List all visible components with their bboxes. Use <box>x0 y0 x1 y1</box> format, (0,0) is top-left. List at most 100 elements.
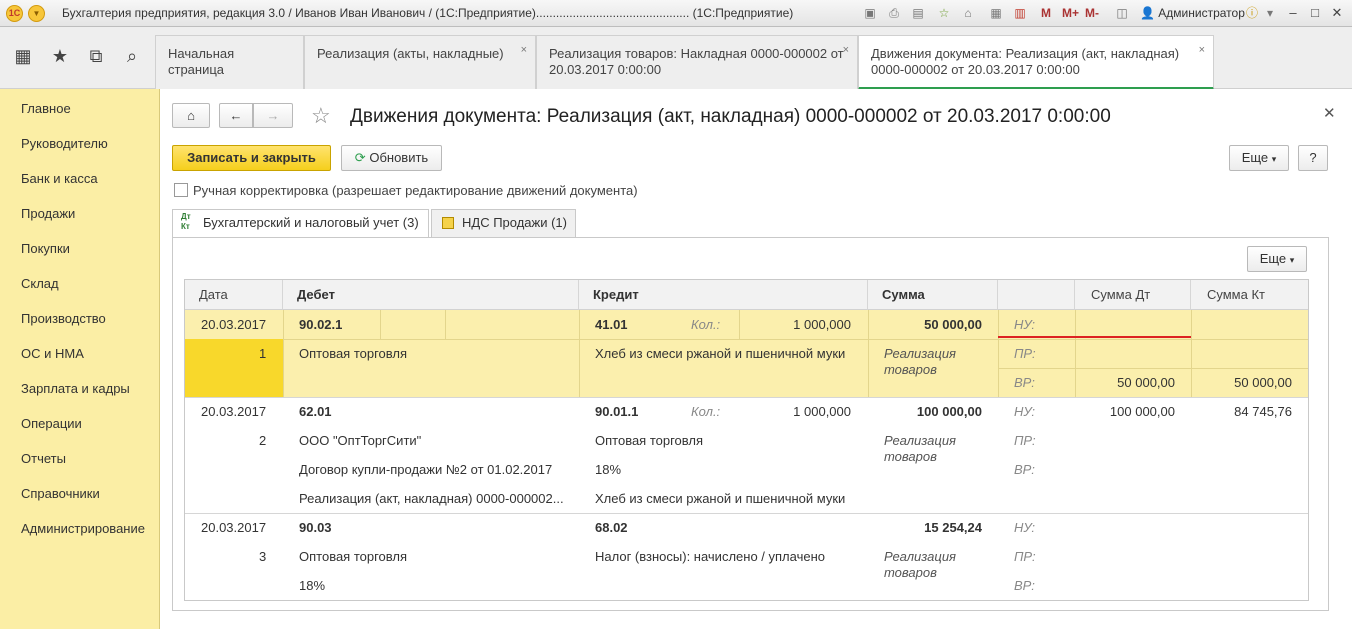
tab-accounting[interactable]: Дт Кт Бухгалтерский и налоговый учет (3) <box>172 209 429 239</box>
main-menu-icon[interactable]: ▼ <box>28 5 45 22</box>
column-header-kind[interactable] <box>998 280 1075 310</box>
table-more-button[interactable]: Еще ▾ <box>1247 246 1307 272</box>
column-header-date[interactable]: Дата <box>185 280 283 310</box>
tab-sales-invoice[interactable]: Реализация товаров: Накладная 0000-00000… <box>536 35 858 89</box>
maximize-icon[interactable]: □ <box>1306 4 1324 22</box>
calendar-icon[interactable]: ▥ <box>1012 5 1028 21</box>
row-content: Реализация товаров <box>884 433 956 464</box>
favorite-star-icon[interactable]: ☆ <box>311 103 331 129</box>
row-date: 20.03.2017 <box>201 317 267 332</box>
row-number: 3 <box>259 549 267 564</box>
print-icon[interactable]: ⎙ <box>886 5 902 21</box>
more-button[interactable]: Еще ▾ <box>1229 145 1289 171</box>
row-credit-subconto: Оптовая торговля <box>595 433 704 448</box>
column-header-debit[interactable]: Дебет <box>283 280 579 310</box>
history-icon[interactable]: ⧉ <box>84 44 108 68</box>
info-icon[interactable]: ⓘ <box>1244 5 1260 21</box>
more-label: Еще <box>1241 150 1269 165</box>
row-debit-subconto: Оптовая торговля <box>299 549 408 564</box>
chevron-down-icon[interactable]: ▾ <box>1262 5 1278 21</box>
memory-m-button[interactable]: M <box>1041 6 1051 20</box>
row-sum: 50 000,00 <box>924 317 982 332</box>
sidebar-item-warehouse[interactable]: Склад <box>21 276 59 291</box>
sections-sidebar: Главное Руководителю Банк и касса Продаж… <box>0 89 160 629</box>
close-icon[interactable]: × <box>843 42 849 58</box>
sidebar-item-operations[interactable]: Операции <box>21 416 82 431</box>
sidebar-item-fixed-assets[interactable]: ОС и НМА <box>21 346 84 361</box>
form-area: ⌂ ← → ☆ Движения документа: Реализация (… <box>160 89 1352 629</box>
pr-label: ПР: <box>1014 433 1036 448</box>
sections-grid-icon[interactable]: ▦ <box>11 44 35 68</box>
row-vr-sum-dt: 50 000,00 <box>1117 375 1175 390</box>
row-credit-account: 41.01 <box>595 317 628 332</box>
row-date: 20.03.2017 <box>201 404 267 419</box>
tab-home[interactable]: Начальная страница <box>155 35 304 89</box>
sidebar-item-sales[interactable]: Продажи <box>21 206 75 221</box>
chevron-down-icon: ▾ <box>1289 255 1295 265</box>
sidebar-item-purchases[interactable]: Покупки <box>21 241 70 256</box>
row-debit-subconto: Оптовая торговля <box>299 346 408 361</box>
home-button[interactable]: ⌂ <box>172 103 210 128</box>
row-debit-subconto: 18% <box>299 578 326 593</box>
refresh-button[interactable]: ⟳ Обновить <box>341 145 442 171</box>
chevron-down-icon: ▾ <box>1271 154 1277 164</box>
tab-sales-list[interactable]: Реализация (акты, накладные) × <box>304 35 536 89</box>
user-icon: 👤 <box>1140 6 1155 20</box>
manual-edit-label: Ручная корректировка (разрешает редактир… <box>193 183 638 198</box>
close-form-icon[interactable]: ✕ <box>1323 104 1336 122</box>
star-icon[interactable]: ★ <box>48 44 72 68</box>
favorites-icon[interactable]: ☆ <box>936 5 952 21</box>
sidebar-item-catalogs[interactable]: Справочники <box>21 486 100 501</box>
user-label: Администратор <box>1158 6 1245 20</box>
sidebar-item-reports[interactable]: Отчеты <box>21 451 66 466</box>
tab-vat-sales[interactable]: НДС Продажи (1) <box>431 209 576 237</box>
user-name[interactable]: 👤 Администратор <box>1140 6 1245 20</box>
column-header-credit[interactable]: Кредит <box>579 280 868 310</box>
tab-label: Начальная страница <box>168 46 235 77</box>
sidebar-item-admin[interactable]: Администрирование <box>21 521 145 536</box>
close-window-icon[interactable]: ✕ <box>1328 4 1346 22</box>
tab-document-movements[interactable]: Движения документа: Реализация (акт, нак… <box>858 35 1214 90</box>
nu-label: НУ: <box>1014 520 1036 535</box>
save-icon[interactable]: ▣ <box>862 5 878 21</box>
open-windows-bar: ▦ ★ ⧉ ⌕ Начальная страница Реализация (а… <box>0 27 1352 90</box>
close-icon[interactable]: × <box>1199 42 1205 58</box>
minimize-icon[interactable]: – <box>1284 4 1302 22</box>
row-date: 20.03.2017 <box>201 520 267 535</box>
tab-label: Реализация (акты, накладные) <box>317 46 504 61</box>
app-logo-icon: 1С <box>6 5 23 22</box>
row-nu-sum-kt: 84 745,76 <box>1234 404 1292 419</box>
sidebar-item-main[interactable]: Главное <box>21 101 71 116</box>
sidebar-item-manager[interactable]: Руководителю <box>21 136 108 151</box>
memory-mplus-button[interactable]: M+ <box>1062 6 1079 20</box>
sidebar-item-production[interactable]: Производство <box>21 311 106 326</box>
save-and-close-button[interactable]: Записать и закрыть <box>172 145 331 171</box>
tab-label: Движения документа: Реализация (акт, нак… <box>871 46 1180 77</box>
row-content: Реализация товаров <box>884 549 956 580</box>
entries-table[interactable]: Дата Дебет Кредит Сумма Сумма Дт Сумма К… <box>184 279 1309 601</box>
row-credit-account: 90.01.1 <box>595 404 639 419</box>
link-icon[interactable]: ⌂ <box>960 5 976 21</box>
preview-icon[interactable]: ▤ <box>910 5 926 21</box>
column-header-sum-dt[interactable]: Сумма Дт <box>1075 280 1191 310</box>
search-icon[interactable]: ⌕ <box>120 44 144 68</box>
forward-button[interactable]: → <box>253 103 293 128</box>
row-credit-subconto: 18% <box>595 462 622 477</box>
back-button[interactable]: ← <box>219 103 253 128</box>
tab-label: НДС Продажи (1) <box>462 215 567 230</box>
panel-icon[interactable]: ◫ <box>1114 5 1130 21</box>
manual-edit-checkbox[interactable] <box>174 183 188 197</box>
calculator-icon[interactable]: ▦ <box>988 5 1004 21</box>
column-header-sum[interactable]: Сумма <box>868 280 998 310</box>
sidebar-item-bank[interactable]: Банк и касса <box>21 171 98 186</box>
memory-mminus-button[interactable]: M- <box>1085 6 1099 20</box>
close-icon[interactable]: × <box>521 42 527 58</box>
window-titlebar: 1С ▼ Бухгалтерия предприятия, редакция 3… <box>0 0 1352 27</box>
help-button[interactable]: ? <box>1298 145 1328 171</box>
row-number: 1 <box>259 346 267 361</box>
column-header-sum-kt[interactable]: Сумма Кт <box>1191 280 1308 310</box>
sidebar-item-payroll[interactable]: Зарплата и кадры <box>21 381 130 396</box>
window-title: Бухгалтерия предприятия, редакция 3.0 / … <box>62 6 794 20</box>
entries-panel: Еще ▾ Дата Дебет Кредит Сумма Сумма Дт С… <box>172 237 1329 611</box>
vat-register-icon <box>442 217 454 229</box>
